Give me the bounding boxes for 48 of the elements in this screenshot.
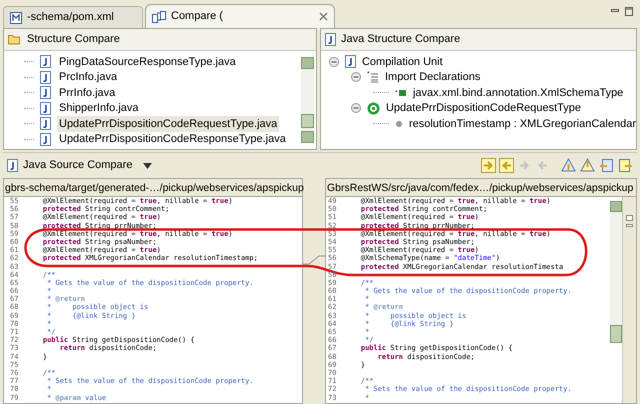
tree-item[interactable]: Import Declarations bbox=[384, 69, 480, 86]
imports-icon bbox=[366, 71, 379, 84]
panel-title: Structure Compare bbox=[27, 32, 120, 48]
folder-icon bbox=[8, 34, 22, 45]
class-icon bbox=[366, 102, 380, 115]
next-change-icon[interactable] bbox=[599, 158, 614, 173]
file-path: GbrsRestWS/src/java/com/fedex…/pickup/webservices/apspickup bbox=[326, 179, 636, 197]
next-difference-icon[interactable] bbox=[561, 158, 576, 173]
java-file-icon bbox=[40, 117, 51, 130]
scrollbar[interactable] bbox=[610, 201, 622, 343]
java-file-icon bbox=[324, 33, 336, 46]
maximize-icon[interactable] bbox=[624, 6, 634, 16]
list-item[interactable]: UpdatePrrDispositionCodeRequestType.java bbox=[57, 116, 280, 132]
collapse-icon[interactable] bbox=[350, 103, 361, 114]
tree-item[interactable]: resolutionTimestamp : XMLGregorianCalendar bbox=[408, 116, 636, 132]
import-icon bbox=[394, 88, 407, 98]
collapse-icon[interactable] bbox=[328, 56, 339, 67]
java-file-icon bbox=[40, 86, 51, 100]
java-file-icon bbox=[40, 132, 51, 146]
collapse-icon[interactable] bbox=[350, 72, 361, 82]
list-item[interactable]: PingDataSourceResponseType.java bbox=[57, 54, 238, 70]
file-path: gbrs-schema/target/generated-…/pickup/webservices/apspickup bbox=[4, 179, 302, 197]
list-item[interactable]: PrrInfo.java bbox=[57, 84, 118, 101]
scrollbar[interactable] bbox=[300, 57, 314, 143]
java-file-icon bbox=[40, 55, 51, 68]
copy-right-icon[interactable] bbox=[481, 158, 496, 173]
field-icon bbox=[394, 120, 403, 128]
java-file-icon bbox=[7, 159, 18, 172]
tab[interactable]: -schema/pom.xml bbox=[3, 6, 143, 28]
previous-change-icon[interactable] bbox=[618, 158, 633, 173]
compare-icon bbox=[152, 10, 166, 22]
panel-title: Java Source Compare bbox=[23, 158, 132, 174]
copy-left-icon[interactable] bbox=[499, 158, 514, 173]
java-file-icon bbox=[40, 70, 51, 84]
tree-item[interactable]: javax.xml.bind.annotation.XmlSchemaType bbox=[412, 84, 624, 101]
tree-item[interactable]: Compilation Unit bbox=[362, 54, 443, 70]
tree-item[interactable]: UpdatePrrDispositionCodeRequestType bbox=[386, 100, 582, 116]
close-icon[interactable] bbox=[319, 12, 328, 21]
list-item[interactable]: PrcInfo.java bbox=[57, 69, 120, 86]
java-file-icon bbox=[344, 55, 356, 68]
previous-difference-icon[interactable] bbox=[580, 158, 595, 173]
list-item[interactable]: UpdatePrrDispositionCodeResponseType.java bbox=[57, 131, 288, 148]
file-icon bbox=[10, 12, 22, 24]
dropdown-caret-icon[interactable] bbox=[143, 162, 152, 168]
java-file-icon bbox=[40, 102, 51, 115]
tab[interactable]: Compare ( bbox=[145, 4, 335, 28]
list-item[interactable]: ShipperInfo.java bbox=[57, 100, 140, 116]
panel-title: Java Structure Compare bbox=[340, 32, 460, 48]
